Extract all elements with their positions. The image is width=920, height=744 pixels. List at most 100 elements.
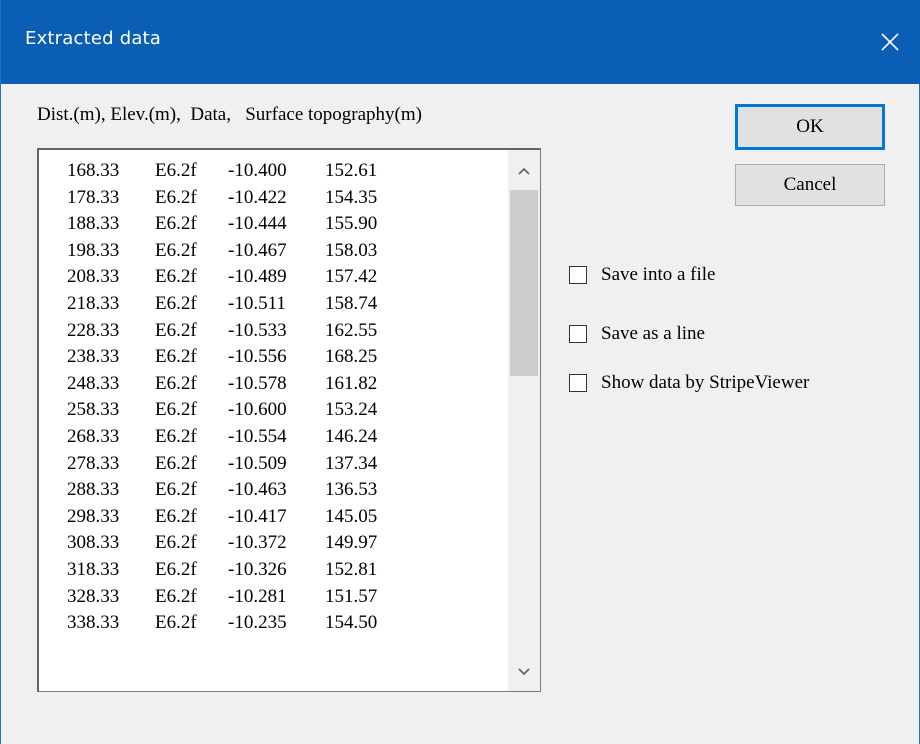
- checkbox-label: Save into a file: [601, 264, 716, 285]
- cell: E6.2f: [155, 266, 197, 288]
- cell: 161.82: [325, 372, 378, 394]
- list-item[interactable]: 338.33 E6.2f -10.235 154.50: [67, 610, 405, 637]
- cancel-button[interactable]: Cancel: [735, 164, 885, 206]
- cell: -10.556: [228, 346, 287, 368]
- save-as-line-checkbox[interactable]: Save as a line: [569, 321, 705, 347]
- window-title: Extracted data: [25, 28, 162, 49]
- cell: E6.2f: [155, 346, 197, 368]
- cell: -10.444: [228, 213, 287, 235]
- cell: 158.74: [325, 292, 378, 314]
- show-stripeviewer-checkbox[interactable]: Show data by StripeViewer: [569, 370, 809, 396]
- cell: -10.578: [228, 372, 287, 394]
- cell: 298.33: [67, 505, 120, 527]
- cell: 145.05: [325, 505, 378, 527]
- checkbox-box[interactable]: [569, 374, 587, 392]
- list-item[interactable]: 198.33 E6.2f -10.467 158.03: [67, 238, 405, 265]
- cell: -10.533: [228, 319, 287, 341]
- cell: E6.2f: [155, 585, 197, 607]
- scroll-up-button[interactable]: [508, 154, 540, 188]
- list-item[interactable]: 178.33 E6.2f -10.422 154.35: [67, 185, 405, 212]
- close-button[interactable]: [859, 0, 920, 84]
- cell: E6.2f: [155, 558, 197, 580]
- ok-button[interactable]: OK: [735, 104, 885, 150]
- cell: -10.600: [228, 399, 287, 421]
- cell: 155.90: [325, 213, 378, 235]
- dialog-window: Extracted data Dist.(m), Elev.(m), Data,…: [0, 0, 920, 744]
- chevron-up-icon: [518, 167, 530, 175]
- data-listbox[interactable]: 168.33 E6.2f -10.400 152.61 178.33 E6.2f -10.4…: [37, 148, 541, 692]
- cell: E6.2f: [155, 292, 197, 314]
- save-into-file-checkbox[interactable]: Save into a file: [569, 262, 716, 288]
- cell: E6.2f: [155, 452, 197, 474]
- list-item[interactable]: 218.33 E6.2f -10.511 158.74: [67, 291, 405, 318]
- list-item[interactable]: 328.33 E6.2f -10.281 151.57: [67, 584, 405, 611]
- scrollbar-thumb[interactable]: [510, 190, 538, 376]
- checkbox-box[interactable]: [569, 325, 587, 343]
- cell: E6.2f: [155, 186, 197, 208]
- list-item[interactable]: 188.33 E6.2f -10.444 155.90: [67, 211, 405, 238]
- cell: E6.2f: [155, 399, 197, 421]
- cell: -10.509: [228, 452, 287, 474]
- cell: E6.2f: [155, 505, 197, 527]
- cell: -10.281: [228, 585, 287, 607]
- cell: 228.33: [67, 319, 120, 341]
- cell: 178.33: [67, 186, 120, 208]
- list-item[interactable]: 318.33 E6.2f -10.326 152.81: [67, 557, 405, 584]
- cell: 157.42: [325, 266, 378, 288]
- cell: -10.372: [228, 532, 287, 554]
- data-rows: 168.33 E6.2f -10.400 152.61 178.33 E6.2f -10.4…: [67, 158, 405, 637]
- list-item[interactable]: 288.33 E6.2f -10.463 136.53: [67, 477, 405, 504]
- list-item[interactable]: 298.33 E6.2f -10.417 145.05: [67, 504, 405, 531]
- cell: 338.33: [67, 612, 120, 634]
- cell: -10.554: [228, 425, 287, 447]
- close-icon: [881, 33, 899, 51]
- cell: -10.511: [228, 292, 286, 314]
- vertical-scrollbar[interactable]: [508, 150, 540, 691]
- cell: 248.33: [67, 372, 120, 394]
- cell: 136.53: [325, 479, 378, 501]
- list-item[interactable]: 278.33 E6.2f -10.509 137.34: [67, 451, 405, 478]
- list-item[interactable]: 168.33 E6.2f -10.400 152.61: [67, 158, 405, 185]
- checkbox-label: Save as a line: [601, 323, 705, 344]
- checkbox-box[interactable]: [569, 266, 587, 284]
- checkbox-label: Show data by StripeViewer: [601, 372, 810, 393]
- cell: 288.33: [67, 479, 120, 501]
- cell: 149.97: [325, 532, 378, 554]
- cell: 318.33: [67, 558, 120, 580]
- list-item[interactable]: 258.33 E6.2f -10.600 153.24: [67, 397, 405, 424]
- cell: -10.235: [228, 612, 287, 634]
- cell: 153.24: [325, 399, 378, 421]
- cell: 268.33: [67, 425, 120, 447]
- cell: 168.25: [325, 346, 378, 368]
- chevron-down-icon: [518, 668, 530, 676]
- scroll-down-button[interactable]: [508, 655, 540, 689]
- list-item[interactable]: 308.33 E6.2f -10.372 149.97: [67, 530, 405, 557]
- cell: 278.33: [67, 452, 120, 474]
- cell: 154.35: [325, 186, 378, 208]
- cell: 328.33: [67, 585, 120, 607]
- list-item[interactable]: 228.33 E6.2f -10.533 162.55: [67, 318, 405, 345]
- cell: E6.2f: [155, 319, 197, 341]
- cell: E6.2f: [155, 239, 197, 261]
- cell: -10.422: [228, 186, 287, 208]
- cell: E6.2f: [155, 213, 197, 235]
- cell: E6.2f: [155, 425, 197, 447]
- cell: E6.2f: [155, 612, 197, 634]
- title-bar[interactable]: Extracted data: [1, 0, 920, 84]
- cell: 308.33: [67, 532, 120, 554]
- cell: 151.57: [325, 585, 378, 607]
- cell: 168.33: [67, 160, 120, 181]
- list-item[interactable]: 238.33 E6.2f -10.556 168.25: [67, 344, 405, 371]
- cell: 188.33: [67, 213, 120, 235]
- cell: 152.61: [325, 160, 378, 181]
- cell: 238.33: [67, 346, 120, 368]
- list-item[interactable]: 268.33 E6.2f -10.554 146.24: [67, 424, 405, 451]
- cell: 154.50: [325, 612, 378, 634]
- cell: E6.2f: [155, 160, 197, 181]
- list-item[interactable]: 248.33 E6.2f -10.578 161.82: [67, 371, 405, 398]
- cell: -10.467: [228, 239, 287, 261]
- column-header: Dist.(m), Elev.(m), Data, Surface topogr…: [37, 104, 422, 125]
- cell: 146.24: [325, 425, 378, 447]
- cell: -10.400: [228, 160, 287, 181]
- list-item[interactable]: 208.33 E6.2f -10.489 157.42: [67, 264, 405, 291]
